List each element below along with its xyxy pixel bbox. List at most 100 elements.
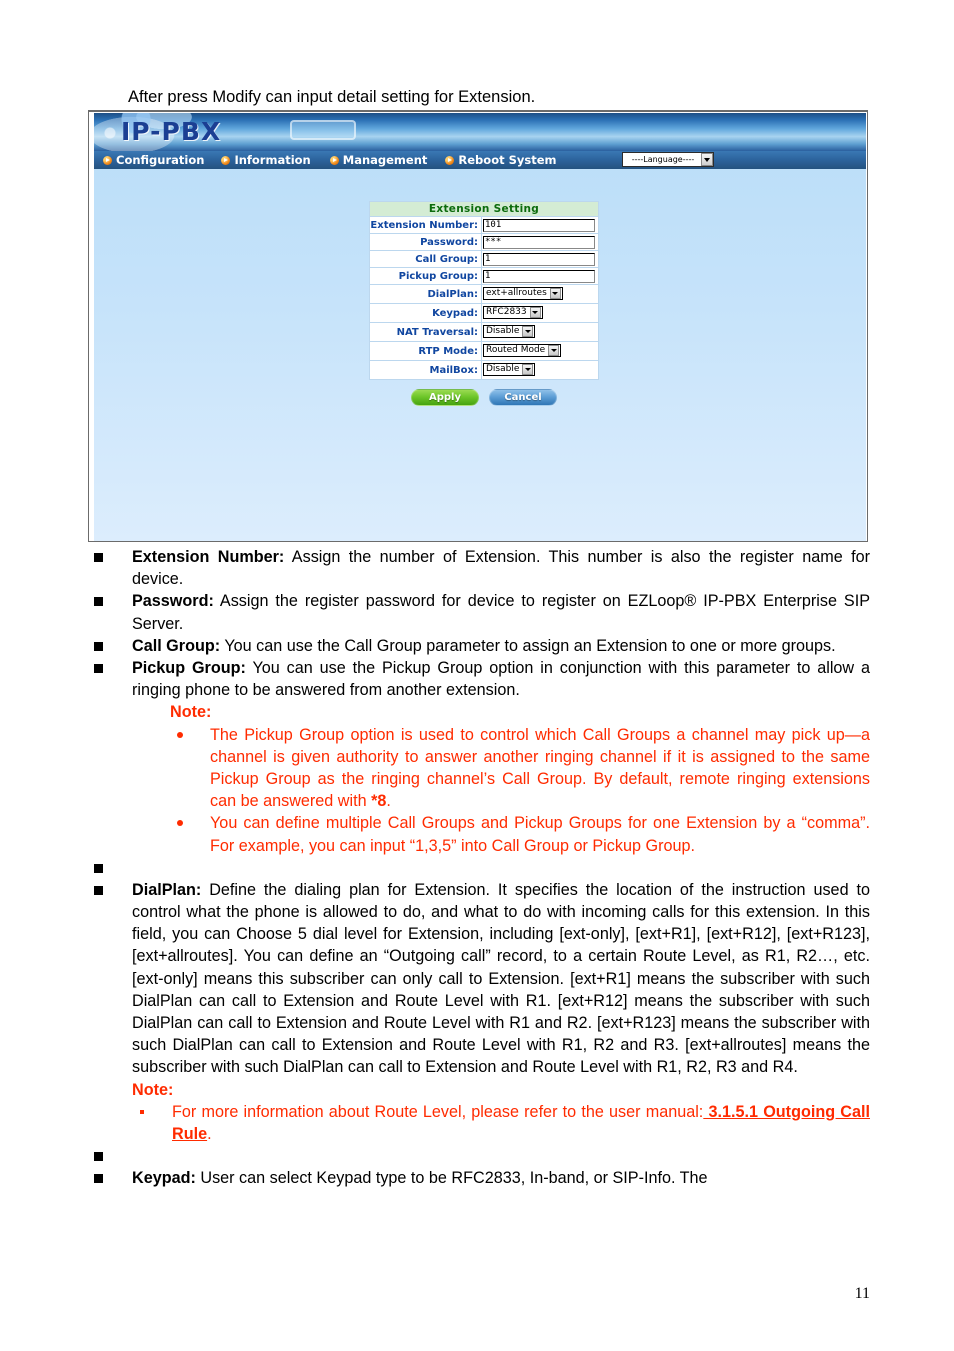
app-banner: IP-PBX [94,113,866,151]
language-select[interactable]: ----Language---- [622,152,714,167]
chevron-down-icon[interactable] [529,307,541,319]
term-pickup-group: Pickup Group: [132,659,246,678]
document-page: After press Modify can input detail sett… [0,0,954,1351]
note-text-b: . [207,1125,212,1144]
rtp-mode-select-value: Routed Mode [486,345,546,356]
note-text-a: The Pickup Group option is used to contr… [210,725,870,811]
list-item-extension-number: Extension Number: Assign the number of E… [94,546,870,590]
rtp-mode-select[interactable]: Routed Mode [483,344,562,358]
nav-item-reboot-system[interactable]: Reboot System [445,153,557,167]
desc-password: Assign the register password for device … [132,592,870,633]
note-text: You can define multiple Call Groups and … [210,814,870,855]
table-row: Extension Number: [369,216,599,234]
desc-call-group: You can use the Call Group parameter to … [220,636,836,655]
table-row: MailBox: Disable [369,360,599,380]
app-logo: IP-PBX [121,117,222,146]
orange-play-bullet-icon [103,155,112,165]
note-block-pickup-group: Note: The Pickup Group option is used to… [170,701,870,856]
label-pickup-group: Pickup Group: [369,267,482,285]
field-call-group [481,250,599,268]
cancel-button[interactable]: Cancel [489,389,557,406]
extension-number-input[interactable] [483,218,595,232]
term-keypad: Keypad: [132,1169,196,1188]
form-title: Extension Setting [369,201,599,217]
nav-item-information[interactable]: Information [221,153,311,167]
list-item-keypad: Keypad: User can select Keypad type to b… [94,1167,870,1189]
field-nat-traversal: Disable [481,322,599,342]
table-row: DialPlan: ext+allroutes [369,284,599,304]
browser-viewport: IP-PBX Configuration Information Managem… [94,113,866,541]
chevron-down-icon[interactable] [701,153,713,166]
form-buttons: Apply Cancel [369,389,599,406]
nav-label: Information [234,153,311,167]
keypad-select[interactable]: RFC2833 [483,306,543,320]
orange-play-bullet-icon [445,155,455,165]
ip-pbx-screenshot: IP-PBX Configuration Information Managem… [88,110,868,542]
desc-dialplan: Define the dialing plan for Extension. I… [132,880,870,1077]
extension-setting-form: Extension Setting Extension Number: Pass… [369,201,599,406]
dialplan-select[interactable]: ext+allroutes [483,287,563,301]
mailbox-select-value: Disable [486,364,520,375]
language-select-value: ----Language---- [631,155,695,164]
note-block-dialplan: Note: For more information about Route L… [132,1079,870,1146]
note-item: You can define multiple Call Groups and … [170,812,870,856]
spacer [94,857,870,879]
body-content: Extension Number: Assign the number of E… [94,546,870,1189]
list-item-dialplan: DialPlan: Define the dialing plan for Ex… [94,879,870,1145]
list-item-pickup-group: Pickup Group: You can use the Pickup Gro… [94,657,870,857]
label-dialplan: DialPlan: [369,284,482,304]
term-dialplan: DialPlan: [132,880,202,899]
label-mailbox: MailBox: [369,360,482,380]
table-row: Call Group: [369,250,599,268]
nav-item-configuration[interactable]: Configuration [103,153,204,167]
call-group-input[interactable] [483,252,595,266]
chevron-down-icon[interactable] [549,288,561,300]
term-extension-number: Extension Number: [132,548,285,566]
label-password: Password: [369,233,482,251]
note-heading: Note: [132,1080,174,1099]
apply-button[interactable]: Apply [411,389,479,406]
field-password [481,233,599,251]
table-row: NAT Traversal: Disable [369,322,599,342]
note-list: For more information about Route Level, … [132,1101,870,1145]
table-row: Pickup Group: [369,267,599,285]
nat-traversal-select-value: Disable [486,326,520,337]
field-dialplan: ext+allroutes [481,284,599,304]
orange-play-bullet-icon [221,155,231,165]
nav-label: Configuration [116,153,205,167]
label-nat-traversal: NAT Traversal: [369,322,482,342]
main-nav: Configuration Information Management Reb… [94,151,866,169]
note-list: The Pickup Group option is used to contr… [170,724,870,857]
field-rtp-mode: Routed Mode [481,341,599,361]
language-select-wrap: ----Language---- [622,152,714,167]
chevron-down-icon[interactable] [522,364,534,376]
field-pickup-group [481,267,599,285]
orange-play-bullet-icon [329,155,339,165]
note-item: For more information about Route Level, … [132,1101,870,1145]
spacer [94,1145,870,1167]
nav-item-management[interactable]: Management [329,153,428,167]
label-keypad: Keypad: [369,303,482,323]
list-item-password: Password: Assign the register password f… [94,590,870,634]
nav-label: Management [342,153,428,167]
note-text-a: For more information about Route Level, … [172,1102,704,1121]
page-number: 11 [854,1285,870,1302]
nav-label: Reboot System [458,153,557,167]
keypad-select-value: RFC2833 [486,307,527,318]
label-call-group: Call Group: [369,250,482,268]
pickup-group-input[interactable] [483,269,595,283]
chevron-down-icon[interactable] [548,345,560,357]
password-input[interactable] [483,235,595,249]
desc-keypad: User can select Keypad type to be RFC283… [195,1169,708,1188]
banner-glass-graphic [290,120,356,140]
table-row-title: Extension Setting [369,201,599,217]
extension-setting-table: Extension Setting Extension Number: Pass… [369,201,599,380]
field-keypad: RFC2833 [481,303,599,323]
mailbox-select[interactable]: Disable [483,363,536,377]
term-password: Password: [132,592,214,611]
note-item: The Pickup Group option is used to contr… [170,724,870,813]
note-text-c: . [386,792,391,811]
nat-traversal-select[interactable]: Disable [483,325,536,339]
chevron-down-icon[interactable] [522,326,534,338]
term-call-group: Call Group: [132,636,221,655]
